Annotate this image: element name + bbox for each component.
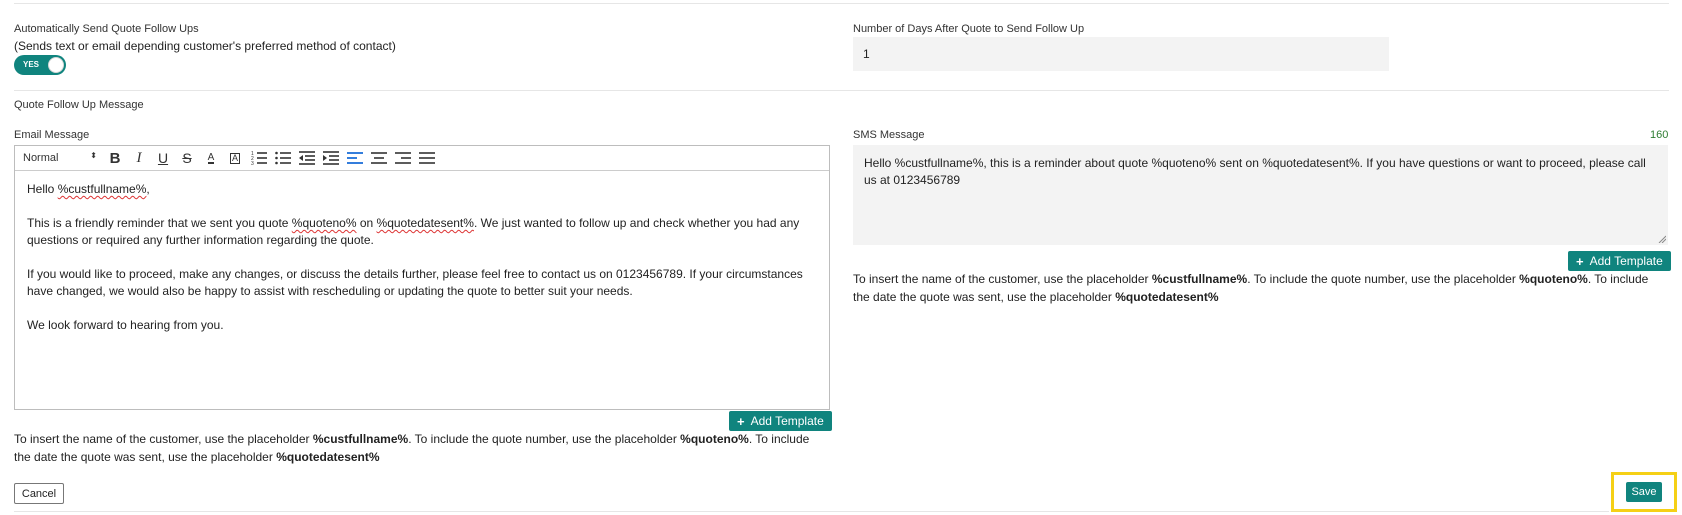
align-justify-icon[interactable] xyxy=(415,148,439,168)
bullet-list-icon[interactable] xyxy=(271,148,295,168)
section-title: Quote Follow Up Message xyxy=(14,99,144,111)
outdent-icon[interactable] xyxy=(295,148,319,168)
follow-ups-toggle[interactable]: YES xyxy=(14,55,66,75)
sms-textarea[interactable]: Hello %custfullname%, this is a reminder… xyxy=(853,145,1668,245)
email-add-template-button[interactable]: + Add Template xyxy=(729,411,832,431)
top-divider xyxy=(14,3,1669,4)
editor-toolbar: Normal ⬍ B I U S A A 123 xyxy=(15,146,829,171)
save-highlight: Save xyxy=(1611,472,1677,512)
format-select-value: Normal xyxy=(23,152,59,164)
align-left-icon[interactable] xyxy=(343,148,367,168)
cancel-button[interactable]: Cancel xyxy=(14,483,64,504)
placeholder-token: %custfullname% xyxy=(57,182,147,196)
email-paragraph: If you would like to proceed, make any c… xyxy=(27,267,803,298)
sms-label: SMS Message xyxy=(853,129,925,141)
resize-handle-icon[interactable] xyxy=(1658,235,1666,243)
sms-text: Hello %custfullname%, this is a reminder… xyxy=(864,156,1646,187)
toggle-label: YES xyxy=(23,60,40,69)
sms-char-counter: 160 xyxy=(1650,129,1669,141)
italic-icon[interactable]: I xyxy=(127,148,151,168)
font-color-icon[interactable]: A xyxy=(199,148,223,168)
sms-add-template-button[interactable]: + Add Template xyxy=(1568,251,1671,271)
toggle-knob xyxy=(48,57,64,73)
follow-ups-title: Automatically Send Quote Follow Ups xyxy=(14,23,199,35)
format-select[interactable]: Normal ⬍ xyxy=(23,151,103,165)
email-editor[interactable]: Normal ⬍ B I U S A A 123 Hello %custfull… xyxy=(14,145,830,410)
email-paragraph: Hello %custfullname%, xyxy=(27,182,150,196)
strikethrough-icon[interactable]: S xyxy=(175,148,199,168)
indent-icon[interactable] xyxy=(319,148,343,168)
bold-icon[interactable]: B xyxy=(103,148,127,168)
sms-help-text: To insert the name of the customer, use … xyxy=(853,272,1649,304)
email-paragraph: We look forward to hearing from you. xyxy=(27,318,224,332)
underline-icon[interactable]: U xyxy=(151,148,175,168)
ordered-list-icon[interactable]: 123 xyxy=(247,148,271,168)
svg-text:3: 3 xyxy=(251,161,254,165)
align-right-icon[interactable] xyxy=(391,148,415,168)
background-color-icon[interactable]: A xyxy=(223,148,247,168)
email-paragraph: This is a friendly reminder that we sent… xyxy=(27,216,800,247)
days-input[interactable] xyxy=(853,37,1389,71)
sms-add-template-label: Add Template xyxy=(1589,254,1663,268)
placeholder-token: %quoteno% xyxy=(291,216,357,230)
email-body[interactable]: Hello %custfullname%, This is a friendly… xyxy=(15,171,829,361)
plus-icon: + xyxy=(1576,253,1584,269)
plus-icon: + xyxy=(737,413,745,429)
email-help-text: To insert the name of the customer, use … xyxy=(14,432,810,464)
save-button[interactable]: Save xyxy=(1626,482,1662,502)
select-arrows-icon: ⬍ xyxy=(90,151,97,160)
section-divider xyxy=(14,90,1669,91)
days-label: Number of Days After Quote to Send Follo… xyxy=(853,23,1085,35)
follow-ups-subtitle: (Sends text or email depending customer'… xyxy=(14,39,396,53)
email-add-template-label: Add Template xyxy=(750,414,824,428)
bottom-divider xyxy=(14,511,1609,512)
placeholder-token: %quotedatesent% xyxy=(376,216,474,230)
email-label: Email Message xyxy=(14,129,90,141)
align-center-icon[interactable] xyxy=(367,148,391,168)
